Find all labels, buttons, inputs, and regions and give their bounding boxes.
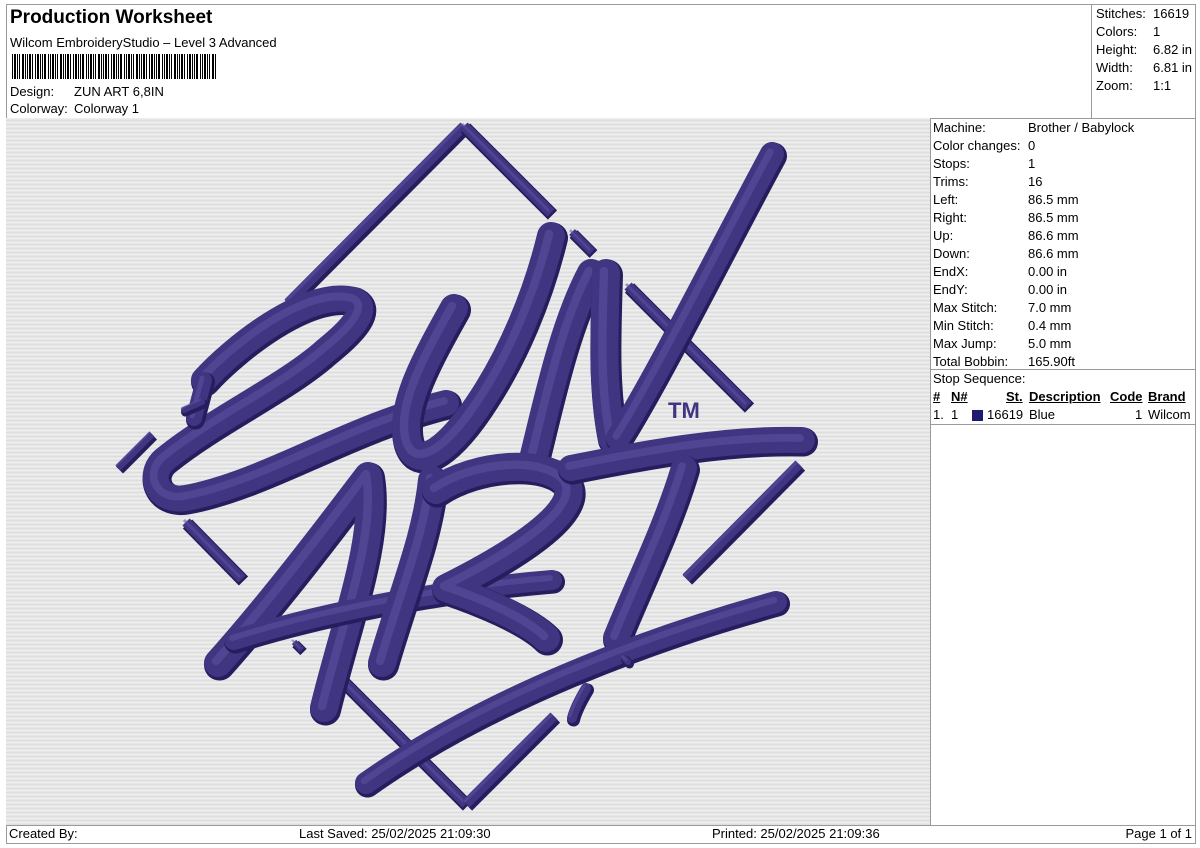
last-saved: Last Saved: 25/02/2025 21:09:30: [299, 826, 491, 841]
created-by: Created By:: [9, 826, 78, 841]
printed-date: Printed: 25/02/2025 21:09:36: [712, 826, 880, 841]
col-n: N#: [951, 389, 968, 404]
row-code: 1: [1135, 407, 1143, 422]
zoom-row: Zoom: 1:1: [1096, 78, 1171, 96]
machine-info-label: Left:: [933, 192, 959, 207]
col-code: Code: [1110, 389, 1143, 404]
machine-info-label: Total Bobbin:: [933, 354, 1009, 369]
machine-info-row: Up: 86.6 mm: [933, 228, 1079, 246]
machine-info-row: Machine: Brother / Babylock: [933, 120, 1134, 138]
machine-info-label: Trims:: [933, 174, 969, 189]
machine-info-value: 165.90ft: [1028, 354, 1075, 369]
stitches-value: 16619: [1153, 6, 1190, 21]
machine-info-label: EndY:: [933, 282, 968, 297]
machine-info-label: Right:: [933, 210, 967, 225]
machine-info-value: Brother / Babylock: [1028, 120, 1135, 135]
colors-row: Colors: 1: [1096, 24, 1160, 42]
colorway-row: Colorway: Colorway 1: [10, 101, 139, 116]
machine-info-value: 86.6 mm: [1028, 246, 1079, 261]
trademark-symbol: TM: [668, 398, 700, 423]
machine-info-label: Max Jump:: [933, 336, 997, 351]
machine-info-value: 0.00 in: [1028, 282, 1068, 297]
page-number: Page 1 of 1: [1125, 826, 1193, 841]
stop-sequence-header: # N# St. Description Code Brand: [930, 389, 1196, 407]
machine-info-row: Max Stitch: 7.0 mm: [933, 300, 1071, 318]
machine-info-row: Stops: 1: [933, 156, 1035, 174]
design-preview: TM: [6, 118, 930, 825]
machine-info-value: 0.00 in: [1028, 264, 1068, 279]
col-description: Description: [1029, 389, 1101, 404]
machine-info-label: Up:: [933, 228, 954, 243]
machine-info-label: EndX:: [933, 264, 969, 279]
machine-info-label: Color changes:: [933, 138, 1021, 153]
col-brand: Brand: [1148, 389, 1186, 404]
machine-info-row: EndX: 0.00 in: [933, 264, 1067, 282]
row-brand: Wilcom: [1148, 407, 1191, 422]
software-subtitle: Wilcom EmbroideryStudio – Level 3 Advanc…: [10, 35, 277, 50]
machine-info-row: Total Bobbin: 165.90ft: [933, 354, 1075, 372]
design-value: ZUN ART 6,8IN: [74, 84, 164, 99]
machine-info-label: Machine:: [933, 120, 986, 135]
zoom-label: Zoom:: [1096, 78, 1133, 93]
worksheet-header: Production Worksheet Wilcom EmbroiderySt…: [6, 4, 1090, 118]
row-n: 1: [951, 407, 959, 422]
design-label: Design:: [10, 84, 55, 99]
stitches-row: Stitches: 16619: [1096, 6, 1189, 24]
machine-info-value: 86.6 mm: [1028, 228, 1079, 243]
machine-info-value: 86.5 mm: [1028, 210, 1079, 225]
row-number: 1.: [933, 407, 944, 422]
width-row: Width: 6.81 in: [1096, 60, 1192, 78]
machine-info-label: Max Stitch:: [933, 300, 998, 315]
machine-info-value: 5.0 mm: [1028, 336, 1072, 351]
machine-info-value: 16: [1028, 174, 1043, 189]
stop-sequence-row: 1. 1 16619 Blue 1 Wilcom: [930, 407, 1196, 425]
colors-label: Colors:: [1096, 24, 1138, 39]
embroidery-design: TM: [6, 118, 930, 825]
machine-info-row: Max Jump: 5.0 mm: [933, 336, 1071, 354]
machine-info-row: Down: 86.6 mm: [933, 246, 1079, 264]
stitches-label: Stitches:: [1096, 6, 1146, 21]
width-value: 6.81 in: [1153, 60, 1193, 75]
barcode-image: [12, 54, 216, 79]
zoom-value: 1:1: [1153, 78, 1172, 93]
width-label: Width:: [1096, 60, 1133, 75]
machine-info-label: Down:: [933, 246, 970, 261]
machine-info-row: Left: 86.5 mm: [933, 192, 1079, 210]
thread-color-swatch: [972, 410, 983, 421]
machine-info-row: Trims: 16: [933, 174, 1042, 192]
machine-info-value: 7.0 mm: [1028, 300, 1072, 315]
machine-info-row: Min Stitch: 0.4 mm: [933, 318, 1071, 336]
colorway-label: Colorway:: [10, 101, 68, 116]
machine-info-label: Min Stitch:: [933, 318, 994, 333]
machine-info-row: EndY: 0.00 in: [933, 282, 1067, 300]
colorway-value: Colorway 1: [74, 101, 140, 116]
machine-info-panel: Machine: Brother / Babylock Color changes:…: [930, 118, 1196, 825]
machine-info-label: Stops:: [933, 156, 970, 171]
colors-value: 1: [1153, 24, 1161, 39]
machine-info-row: Right: 86.5 mm: [933, 210, 1079, 228]
design-row: Design: ZUN ART 6,8IN: [10, 84, 164, 99]
machine-info-value: 0.4 mm: [1028, 318, 1072, 333]
height-label: Height:: [1096, 42, 1138, 57]
stats-box: Stitches: 16619 Colors: 1 Height: 6.82 in W…: [1092, 4, 1196, 118]
machine-info-value: 0: [1028, 138, 1036, 153]
page-title: Production Worksheet: [10, 7, 213, 28]
stop-sequence-title: Stop Sequence:: [933, 371, 1026, 386]
machine-info-value: 1: [1028, 156, 1036, 171]
machine-info-row: Color changes: 0: [933, 138, 1035, 156]
height-row: Height: 6.82 in: [1096, 42, 1192, 60]
row-stitches: 16619: [987, 407, 1024, 422]
col-stitches: St.: [1006, 389, 1023, 404]
row-description: Blue: [1029, 407, 1056, 422]
worksheet-footer: Created By: Last Saved: 25/02/2025 21:09…: [6, 825, 1196, 844]
col-number: #: [933, 389, 941, 404]
height-value: 6.82 in: [1153, 42, 1193, 57]
machine-info-value: 86.5 mm: [1028, 192, 1079, 207]
